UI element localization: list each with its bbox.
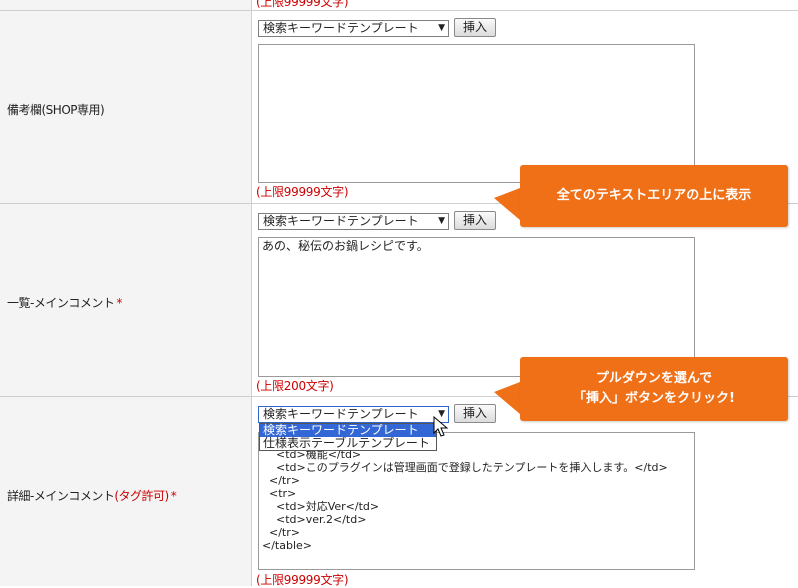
- field-label-text: 一覧-メインコメント: [7, 296, 115, 310]
- required-mark: *: [116, 296, 122, 310]
- template-select-value: 検索キーワードテンプレート: [263, 214, 419, 228]
- callout-line: プルダウンを選んで: [595, 371, 713, 386]
- insert-button[interactable]: 挿入: [454, 404, 496, 423]
- dropdown-arrow-icon: ▼: [438, 216, 445, 226]
- form-label-cell: 一覧-メインコメント *: [0, 204, 252, 396]
- required-mark: *: [170, 489, 177, 503]
- dropdown-option[interactable]: 仕様表示テーブルテンプレート: [260, 437, 436, 450]
- form-input-cell: (上限99999文字): [252, 0, 798, 10]
- template-select-value: 検索キーワードテンプレート: [263, 21, 419, 35]
- callout-pointer-icon: [494, 188, 520, 220]
- callout-select-and-insert: プルダウンを選んで 「挿入」ボタンをクリック!: [520, 357, 788, 421]
- insert-button[interactable]: 挿入: [454, 211, 496, 230]
- notes-textarea[interactable]: [258, 44, 695, 183]
- field-label-list-comment: 一覧-メインコメント *: [7, 294, 122, 311]
- tag-allowed-note: (タグ許可): [114, 489, 169, 503]
- field-label-detail-comment: 詳細-メインコメント(タグ許可) *: [7, 487, 177, 504]
- field-label-notes: 備考欄(SHOP専用): [7, 103, 105, 117]
- template-dropdown-list: 検索キーワードテンプレート 仕様表示テーブルテンプレート: [259, 423, 437, 451]
- template-select-value: 検索キーワードテンプレート: [263, 407, 419, 421]
- field-label-text: 詳細-メインコメント: [7, 489, 115, 503]
- mouse-pointer-icon: [433, 416, 449, 437]
- insert-button[interactable]: 挿入: [454, 18, 496, 37]
- callout-line: 「挿入」ボタンをクリック!: [573, 391, 735, 406]
- template-select[interactable]: 検索キーワードテンプレート ▼: [258, 20, 449, 37]
- template-select[interactable]: 検索キーワードテンプレート ▼: [258, 213, 449, 230]
- char-limit: (上限99999文字): [256, 185, 349, 199]
- callout-all-textareas: 全てのテキストエリアの上に表示: [520, 165, 788, 227]
- char-limit: (上限99999文字): [256, 0, 349, 9]
- detail-comment-textarea[interactable]: <tr> <td>機能</td> <td>このプラグインは管理画面で登録したテン…: [258, 432, 695, 570]
- list-comment-textarea[interactable]: あの、秘伝のお鍋レシピです。: [258, 237, 695, 377]
- char-limit: (上限99999文字): [256, 573, 349, 587]
- form-label-cell: 備考欄(SHOP専用): [0, 11, 252, 203]
- form-label-cell: 詳細-メインコメント(タグ許可) *: [0, 397, 252, 586]
- form-row-top: (上限99999文字): [0, 0, 798, 11]
- callout-pointer-icon: [494, 382, 520, 414]
- char-limit: (上限200文字): [256, 379, 334, 393]
- form-label-cell: [0, 0, 252, 10]
- template-select[interactable]: 検索キーワードテンプレート ▼: [258, 406, 449, 423]
- dropdown-arrow-icon: ▼: [438, 23, 445, 33]
